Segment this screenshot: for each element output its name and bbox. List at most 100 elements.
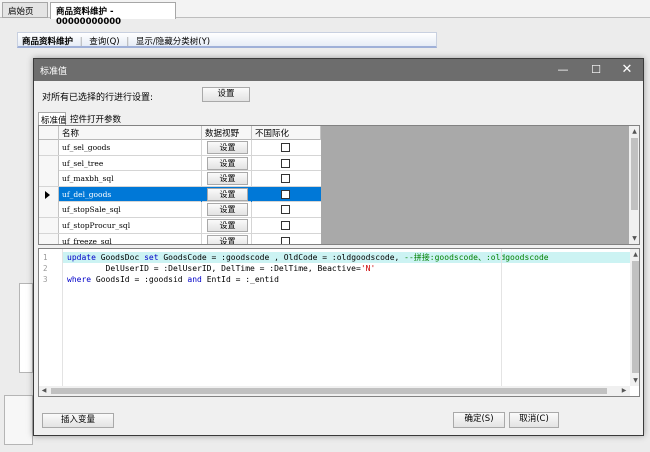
header-name[interactable]: 名称 xyxy=(59,126,202,140)
no-i18n-checkbox[interactable] xyxy=(281,189,290,199)
row-set-button[interactable]: 设置 xyxy=(207,219,248,232)
editor-margin-line xyxy=(501,249,502,396)
row-indicator[interactable] xyxy=(39,186,59,202)
apply-all-button[interactable]: 设置 xyxy=(202,87,250,102)
ok-button[interactable]: 确定(S) xyxy=(453,412,505,428)
row-indicator[interactable] xyxy=(39,218,59,233)
row-set-button[interactable]: 设置 xyxy=(207,234,248,244)
no-i18n-checkbox[interactable] xyxy=(281,205,290,215)
current-row-arrow-icon xyxy=(45,190,50,199)
code-line-1: update GoodsDoc set GoodsCode = :goodsco… xyxy=(63,252,631,263)
scroll-down-icon[interactable]: ▼ xyxy=(630,375,639,386)
row-set-button[interactable]: 设置 xyxy=(207,187,248,201)
code-line-3: where GoodsId = :goodsid and EntId = :_e… xyxy=(67,274,279,285)
grid-row[interactable]: uf_maxbh_sql 设置 xyxy=(39,171,321,187)
maximize-icon[interactable]: ☐ xyxy=(581,59,611,81)
line-number-gutter: 1 2 3 xyxy=(39,249,63,396)
row-no-i18n-cell xyxy=(252,218,321,233)
row-set-button[interactable]: 设置 xyxy=(207,203,248,217)
header-data-scope[interactable]: 数据视野 xyxy=(202,126,252,140)
no-i18n-checkbox[interactable] xyxy=(281,143,290,152)
row-name[interactable]: uf_freeze_sql xyxy=(59,233,202,244)
scroll-up-icon[interactable]: ▲ xyxy=(629,126,639,137)
grid-vertical-scrollbar[interactable]: ▲ ▼ xyxy=(629,126,639,244)
row-data-scope-cell: 设置 xyxy=(202,218,252,233)
grid-row[interactable]: uf_del_goods 设置 xyxy=(39,186,321,203)
sql-text: DelUserID = :DelUserID, DelTime = :DelTi… xyxy=(67,264,361,273)
no-i18n-checkbox[interactable] xyxy=(281,158,290,168)
dialog-title-bar[interactable]: 标准值 — ☐ ✕ xyxy=(34,59,643,81)
row-name[interactable]: uf_stopProcur_sql xyxy=(59,218,202,233)
sql-text: GoodsDoc xyxy=(95,253,145,262)
tab-control-open-params[interactable]: 控件打开参数 xyxy=(68,112,128,125)
row-indicator[interactable] xyxy=(39,202,59,218)
sql-comment: --拼接:goodscode、:oldgoodscode xyxy=(404,253,549,262)
no-i18n-checkbox[interactable] xyxy=(281,174,290,184)
scroll-left-icon[interactable]: ◀ xyxy=(39,386,49,396)
row-data-scope-cell: 设置 xyxy=(202,186,252,202)
row-set-button[interactable]: 设置 xyxy=(207,141,248,154)
grid-row[interactable]: uf_freeze_sql 设置 xyxy=(39,233,321,244)
tab-standard-value[interactable]: 标准值 xyxy=(38,112,67,126)
line-number: 2 xyxy=(43,264,48,273)
row-no-i18n-cell xyxy=(252,140,321,155)
grid-row[interactable]: uf_stopProcur_sql 设置 xyxy=(39,218,321,234)
row-set-button[interactable]: 设置 xyxy=(207,156,248,170)
row-data-scope-cell: 设置 xyxy=(202,155,252,171)
grid-row[interactable]: uf_sel_goods 设置 xyxy=(39,140,321,156)
app-tab-goods-maintenance[interactable]: 商品资料维护 - 00000000000 xyxy=(50,2,176,27)
sql-editor[interactable]: 1 2 3 update GoodsDoc set GoodsCode = :g… xyxy=(38,248,640,397)
row-data-scope-cell: 设置 xyxy=(202,140,252,155)
insert-variable-button[interactable]: 插入变量 xyxy=(42,413,114,428)
row-indicator[interactable] xyxy=(39,140,59,155)
app-tab-start[interactable]: 启始页 xyxy=(2,2,48,18)
scroll-up-icon[interactable]: ▲ xyxy=(630,249,639,260)
close-icon[interactable]: ✕ xyxy=(612,59,642,81)
cancel-button[interactable]: 取消(C) xyxy=(509,412,559,428)
row-name[interactable]: uf_maxbh_sql xyxy=(59,171,202,187)
header-indicator xyxy=(39,126,59,140)
row-indicator[interactable] xyxy=(39,233,59,244)
row-data-scope-cell: 设置 xyxy=(202,171,252,187)
header-no-i18n[interactable]: 不国际化 xyxy=(252,126,321,140)
row-no-i18n-cell xyxy=(252,171,321,186)
background-panel xyxy=(19,283,33,373)
row-no-i18n-cell xyxy=(252,234,321,244)
toolbar-goods-maintenance[interactable]: 商品资料维护 xyxy=(22,37,73,47)
scroll-thumb[interactable] xyxy=(631,138,638,210)
row-data-scope-cell: 设置 xyxy=(202,202,252,218)
row-no-i18n-cell xyxy=(252,156,321,171)
sql-string: 'N' xyxy=(360,264,376,273)
scroll-down-icon[interactable]: ▼ xyxy=(629,233,639,244)
row-indicator[interactable] xyxy=(39,171,59,187)
row-name[interactable]: uf_sel_tree xyxy=(59,155,202,171)
row-no-i18n-cell xyxy=(252,202,321,217)
sql-keyword: where xyxy=(67,275,92,284)
no-i18n-checkbox[interactable] xyxy=(281,236,290,244)
row-name[interactable]: uf_del_goods xyxy=(59,186,202,202)
dialog-title: 标准值 xyxy=(40,67,68,77)
grid-row[interactable]: uf_sel_tree 设置 xyxy=(39,155,321,172)
no-i18n-checkbox[interactable] xyxy=(281,221,290,230)
scroll-right-icon[interactable]: ▶ xyxy=(619,386,629,396)
line-number: 1 xyxy=(43,253,48,262)
sql-text: GoodsCode = :goodscode , OldCode = :oldg… xyxy=(158,253,405,262)
scroll-thumb[interactable] xyxy=(632,261,639,373)
grid-row[interactable]: uf_stopSale_sql 设置 xyxy=(39,202,321,218)
background-panel xyxy=(4,395,33,445)
app-tab-bar: 启始页 商品资料维护 - 00000000000 xyxy=(0,0,650,27)
standard-value-dialog: 标准值 — ☐ ✕ 对所有已选择的行进行设置: 设置 标准值 控件打开参数 名称… xyxy=(33,58,644,436)
row-set-button[interactable]: 设置 xyxy=(207,172,248,186)
row-name[interactable]: uf_stopSale_sql xyxy=(59,202,202,218)
toolbar-toggle-tree[interactable]: 显示/隐藏分类树(Y) xyxy=(136,37,210,47)
editor-horizontal-scrollbar[interactable]: ◀ ▶ xyxy=(39,386,630,396)
toolbar-separator: | xyxy=(79,37,83,47)
line-number: 3 xyxy=(43,275,48,284)
editor-vertical-scrollbar[interactable]: ▲ ▼ xyxy=(630,249,639,386)
row-name[interactable]: uf_sel_goods xyxy=(59,140,202,155)
toolbar-query[interactable]: 查询(Q) xyxy=(89,37,119,47)
scroll-thumb[interactable] xyxy=(51,388,607,394)
row-indicator[interactable] xyxy=(39,155,59,171)
sql-text: EntId = :_entid xyxy=(201,275,279,284)
minimize-icon[interactable]: — xyxy=(548,59,578,81)
